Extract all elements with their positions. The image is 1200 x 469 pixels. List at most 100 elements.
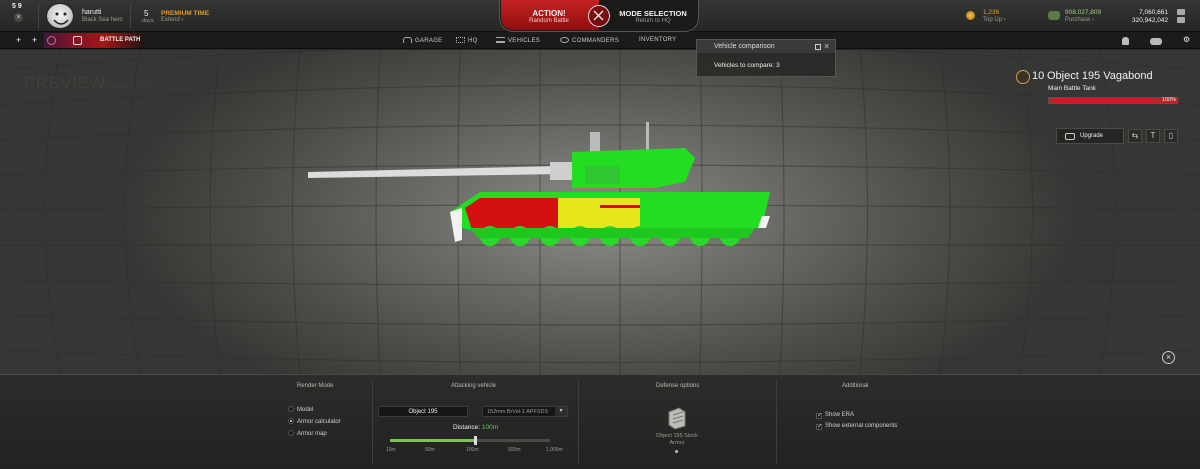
level-indicator: 5 9 — [12, 3, 22, 10]
hull-weak-zone — [465, 198, 558, 230]
vehicle-name: Object 195 Vagabond — [1047, 70, 1153, 82]
tier-badge-icon — [1016, 70, 1030, 84]
tank-icon — [496, 37, 505, 43]
maximize-icon[interactable] — [815, 44, 821, 50]
nav-inventory-label: INVENTORY — [639, 37, 677, 43]
tick-50m: 50m — [425, 447, 435, 453]
crossed-swords-icon[interactable] — [588, 5, 610, 27]
armor-page-dot[interactable] — [675, 450, 678, 453]
comparison-close-icon[interactable]: × — [824, 41, 829, 51]
render-option-armor-map[interactable]: Armor map — [288, 430, 327, 437]
distance-value: 100m — [481, 424, 499, 431]
nav-garage-label: GARAGE — [415, 38, 443, 44]
distance-row: Distance: 100m — [453, 424, 498, 431]
battle-path-banner[interactable]: BATTLE PATH — [44, 33, 144, 48]
tank-gun — [308, 166, 562, 178]
radio-armor-calculator — [288, 418, 294, 424]
vehicle-comparison-panel: Vehicle comparison × Vehicles to compare… — [696, 39, 836, 77]
hammer-icon[interactable]: T — [1146, 129, 1160, 143]
preview-scene[interactable]: PREVIEW / Object 195 10 Object 195 Vagab… — [0, 50, 1200, 374]
track-skirt — [470, 228, 755, 238]
top-bar: 5 9 × harutti Black Sea hero 5 days PREM… — [0, 0, 1200, 32]
armor-kit-name: Object 195 Stock — [656, 433, 698, 439]
chat-icon[interactable] — [1150, 38, 1162, 45]
silver-purchase-link[interactable]: Purchase › — [1065, 17, 1094, 23]
action-button[interactable]: ACTION! Random Battle — [501, 0, 599, 30]
hq-icon — [456, 37, 465, 43]
mode-subtitle: Return to HQ — [635, 18, 671, 24]
premium-extend-link[interactable]: Extend › — [161, 17, 183, 23]
free-xp-value: 320,942,042 — [1132, 17, 1169, 24]
hull-medium-zone — [558, 198, 640, 230]
upgrade-button[interactable]: Upgrade — [1056, 128, 1124, 144]
settings-icon[interactable]: ⚙ — [1183, 35, 1190, 44]
nav-hq[interactable]: HQ — [456, 37, 478, 44]
player-clan: Black Sea hero — [82, 17, 123, 23]
close-preview-icon[interactable]: × — [1162, 351, 1175, 364]
avatar[interactable] — [46, 3, 74, 29]
battle-path-label: BATTLE PATH — [100, 37, 141, 43]
nav-vehicles[interactable]: VEHICLES — [496, 37, 540, 44]
distance-slider-handle[interactable] — [473, 436, 477, 445]
show-era-toggle[interactable]: ✓ Show ERA — [816, 412, 854, 419]
defense-options-title: Defense options — [656, 383, 700, 389]
compare-icon[interactable]: ⇆ — [1128, 129, 1142, 143]
nav-inventory[interactable]: INVENTORY — [639, 37, 677, 43]
turret-block — [585, 166, 620, 184]
silver-icon — [1048, 11, 1060, 20]
armor-kit-icon[interactable] — [665, 406, 687, 430]
upgrade-icon — [1065, 133, 1075, 140]
premium-days-count: 5 — [144, 9, 149, 18]
action-title: ACTION! — [532, 9, 566, 18]
close-icon[interactable]: × — [14, 13, 23, 22]
gold-topup-link[interactable]: Top Up › — [983, 17, 1006, 23]
condition-text: 100% — [1161, 97, 1176, 103]
tick-100m: 100m — [466, 447, 479, 453]
chevron-down-icon: ▾ — [555, 407, 567, 416]
tick-1000m: 1,000m — [546, 447, 563, 453]
info-icon[interactable]: ▯ — [1164, 129, 1178, 143]
show-era-checkbox: ✓ — [816, 413, 823, 419]
nav-vehicles-label: VEHICLES — [508, 38, 541, 44]
distance-slider-fill — [390, 439, 475, 442]
render-option-model[interactable]: Model — [288, 406, 313, 413]
add-friend-icon[interactable]: + — [32, 35, 37, 45]
mode-selection-button[interactable]: MODE SELECTION Return to HQ — [610, 0, 698, 30]
add-icon[interactable]: + — [16, 35, 21, 45]
pink-badge-icon — [47, 36, 56, 45]
tank-armor-model[interactable] — [300, 120, 780, 250]
radio-armor-map — [288, 430, 294, 436]
nav-garage[interactable]: GARAGE — [403, 37, 442, 44]
comparison-count: Vehicles to compare: 3 — [714, 62, 780, 69]
bottom-panel — [0, 374, 1200, 469]
ammo-select[interactable]: 152mm BrVel-1 APFSDS ▾ — [482, 406, 568, 417]
render-option-armor-calculator-label: Armor calculator — [297, 419, 341, 425]
nav-commanders-label: COMMANDERS — [572, 38, 620, 44]
nav-hq-label: HQ — [468, 38, 478, 44]
gold-value: 1,236 — [983, 9, 1000, 16]
render-mode-title: Render Mode — [297, 383, 334, 389]
silver-value: 908,027,809 — [1065, 9, 1102, 16]
vehicle-class: Main Battle Tank — [1048, 85, 1096, 92]
distance-slider[interactable] — [390, 436, 550, 445]
render-option-armor-map-label: Armor map — [297, 431, 327, 437]
show-external-checkbox: ✓ — [816, 424, 823, 430]
profile-icon[interactable] — [1122, 37, 1129, 45]
render-option-armor-calculator[interactable]: Armor calculator — [288, 418, 341, 425]
commander-icon — [560, 37, 569, 43]
attacking-vehicle-name: Object 195 — [408, 409, 438, 415]
additional-title: Additional — [842, 383, 869, 389]
preview-vehicle-name: / Object 195 — [103, 81, 152, 91]
show-era-label: Show ERA — [825, 412, 855, 418]
ammo-name: 152mm BrVel-1 APFSDS — [487, 409, 549, 415]
comparison-title: Vehicle comparison — [714, 43, 775, 50]
hull-weak-strip — [600, 205, 640, 208]
free-xp-icon — [1177, 17, 1185, 23]
attacking-vehicle-select[interactable]: Object 195 — [378, 406, 468, 417]
tick-500m: 500m — [508, 447, 521, 453]
preview-title: PREVIEW — [24, 73, 106, 92]
upgrade-label: Upgrade — [1080, 133, 1104, 139]
nav-commanders[interactable]: COMMANDERS — [560, 37, 619, 44]
show-external-toggle[interactable]: ✓ Show external components — [816, 423, 897, 430]
camera-icon — [73, 36, 82, 45]
